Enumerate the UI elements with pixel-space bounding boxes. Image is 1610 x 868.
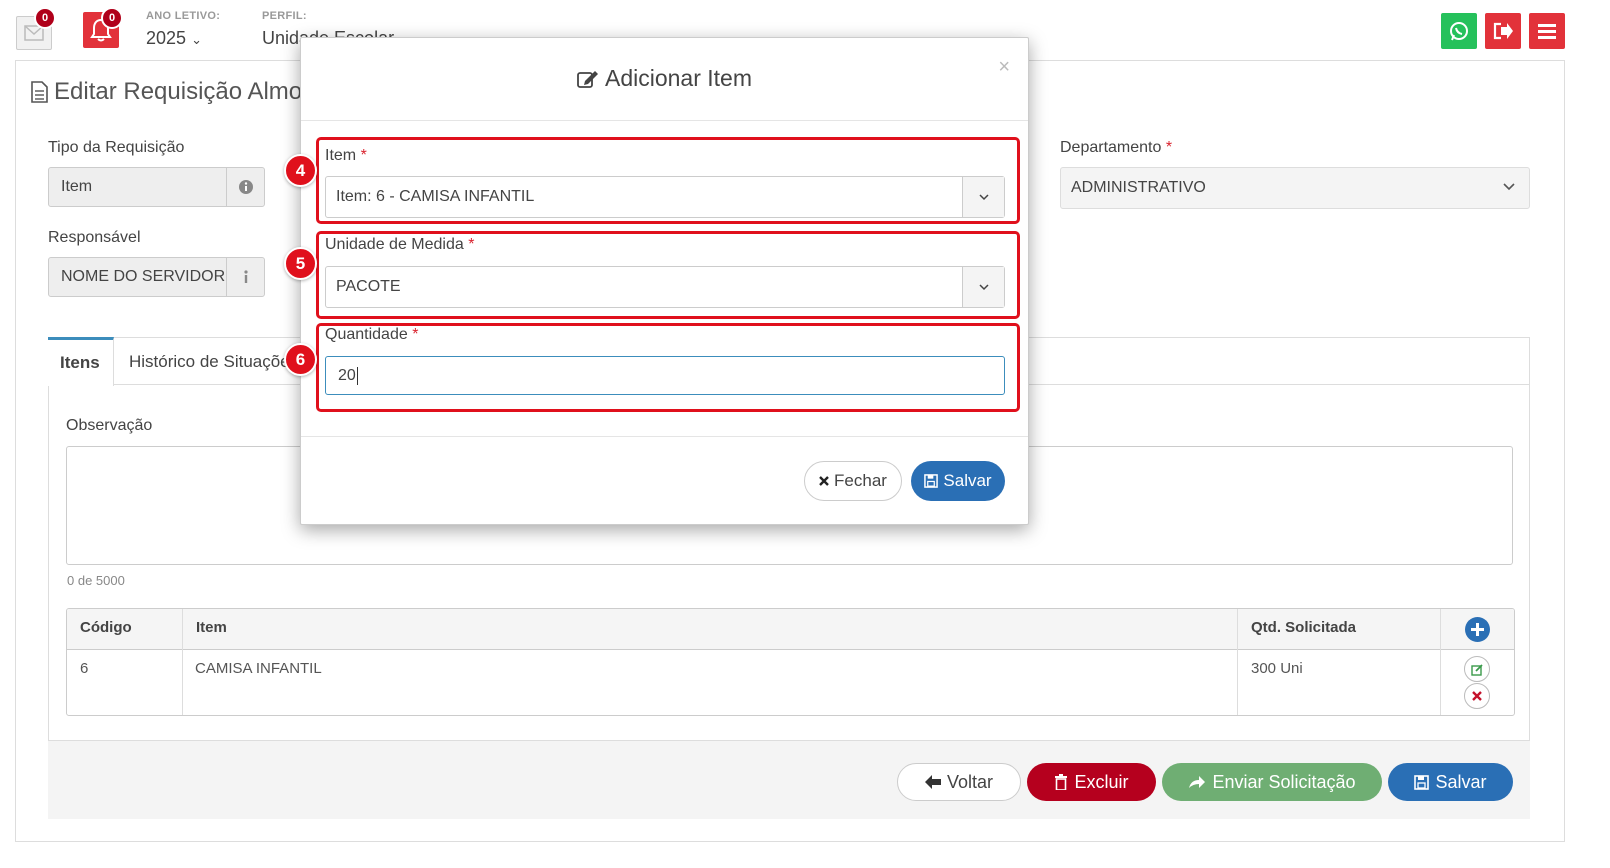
step-marker-6: 6 — [284, 343, 317, 376]
modal-header-divider — [301, 120, 1028, 121]
modal-footer-divider — [301, 436, 1028, 437]
step-marker-4: 4 — [284, 154, 317, 187]
highlight-quantidade-field — [316, 323, 1020, 412]
modal-salvar-button[interactable]: Salvar — [911, 461, 1005, 501]
modal-title-text: Adicionar Item — [604, 65, 752, 91]
floppy-icon — [924, 474, 939, 488]
modal-title: Adicionar Item — [301, 65, 1028, 92]
modal-fechar-label: Fechar — [834, 471, 887, 490]
modal-fechar-button[interactable]: Fechar — [804, 461, 902, 501]
close-icon — [819, 476, 829, 486]
highlight-item-field — [316, 137, 1020, 224]
step-marker-5: 5 — [284, 247, 317, 280]
modal-close-button[interactable]: × — [998, 56, 1010, 79]
highlight-unidade-field — [316, 231, 1020, 319]
edit-icon — [577, 70, 598, 88]
modal-salvar-label: Salvar — [943, 471, 992, 490]
